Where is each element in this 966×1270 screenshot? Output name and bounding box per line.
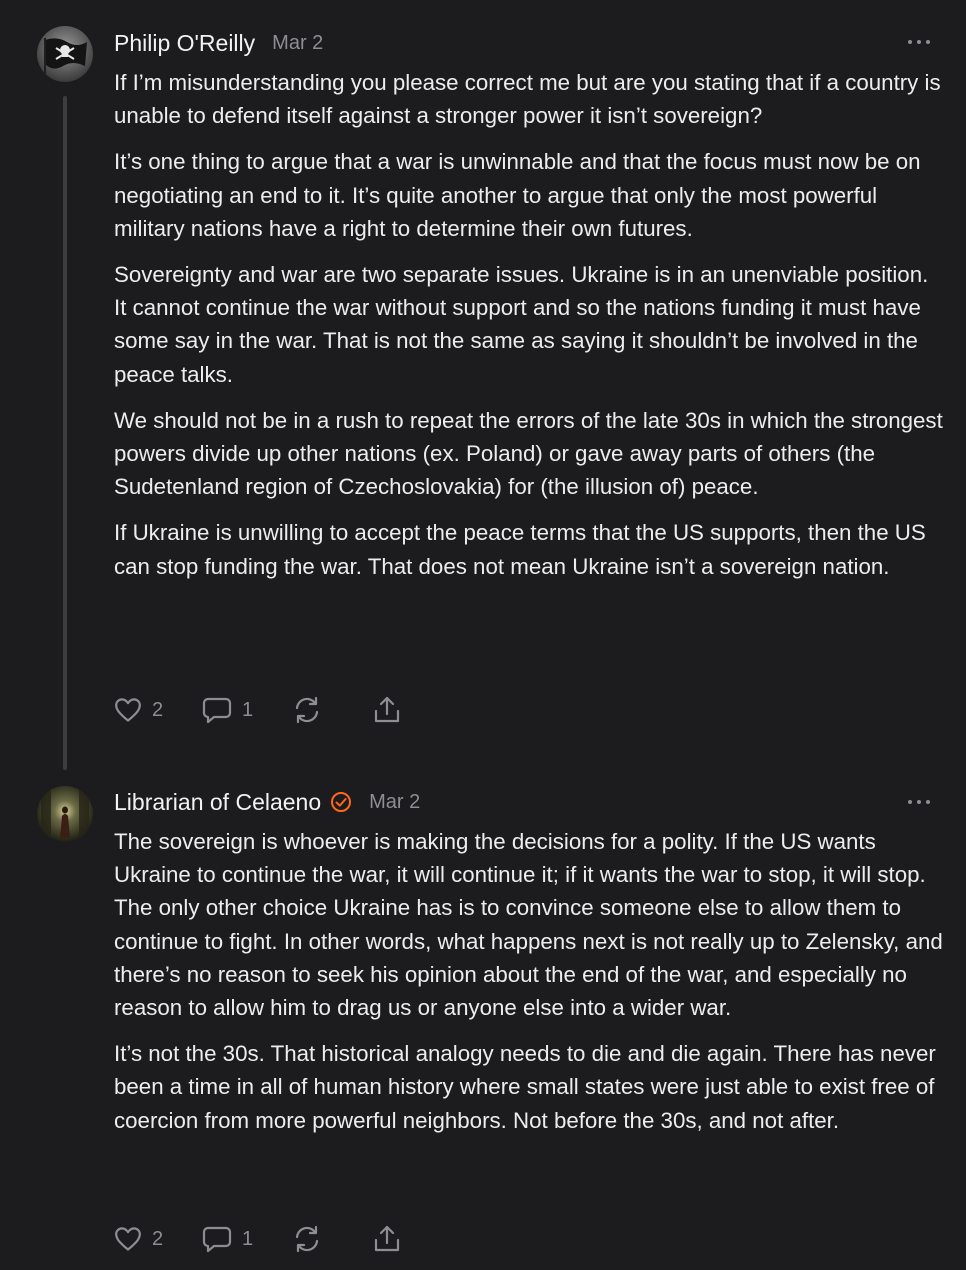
like-button[interactable]: 2 [114,697,202,723]
reply-button[interactable]: 1 [202,1225,292,1253]
reply-count: 1 [242,698,254,721]
author-name[interactable]: Librarian of Celaeno [114,789,321,816]
comment-paragraph: It’s not the 30s. That historical analog… [114,1041,936,1133]
comment-paragraph: If I’m misunderstanding you please corre… [114,70,941,129]
avatar[interactable] [37,26,93,82]
share-button[interactable] [372,696,402,724]
share-upload-icon [374,1225,400,1252]
more-options-button[interactable] [908,37,930,47]
comment-actions: 2 1 [114,694,402,726]
heart-icon [115,1227,141,1251]
comment-body: If I’m misunderstanding you please corre… [114,66,944,596]
like-count: 2 [152,698,164,721]
heart-icon [115,698,141,722]
author-name[interactable]: Philip O'Reilly [114,30,255,57]
share-button[interactable] [372,1225,402,1253]
share-upload-icon [374,696,400,723]
speech-bubble-icon [202,697,232,724]
comment-paragraph: The sovereign is whoever is making the d… [114,829,943,1021]
comment-date[interactable]: Mar 2 [369,791,420,814]
comment-header: Librarian of Celaeno Mar 2 [114,787,420,817]
more-options-button[interactable] [908,797,930,807]
comment-date[interactable]: Mar 2 [272,32,323,55]
like-count: 2 [152,1227,164,1250]
reply-count: 1 [242,1227,254,1250]
ellipsis-icon [908,800,912,804]
comment-paragraph: We should not be in a rush to repeat the… [114,407,943,500]
verified-badge-icon [330,791,352,813]
pirate-flag-icon [37,26,93,82]
comment-actions: 2 1 [114,1223,402,1255]
ellipsis-icon [908,40,912,44]
comment-paragraph: If Ukraine is unwilling to accept the pe… [114,520,926,579]
restack-button[interactable] [292,696,372,724]
like-button[interactable]: 2 [114,1226,202,1252]
comment-body: The sovereign is whoever is making the d… [114,825,944,1150]
restack-arrows-icon [295,696,319,724]
speech-bubble-icon [202,1226,232,1253]
reply-button[interactable]: 1 [202,696,292,724]
dark-corridor-figure-icon [37,786,93,842]
restack-button[interactable] [292,1225,372,1253]
restack-arrows-icon [295,1225,319,1253]
comment-paragraph: Sovereignty and war are two separate iss… [114,262,929,387]
avatar[interactable] [37,786,93,842]
thread-line [63,96,67,770]
comment-paragraph: It’s one thing to argue that a war is un… [114,149,921,241]
comment-header: Philip O'Reilly Mar 2 [114,28,323,58]
